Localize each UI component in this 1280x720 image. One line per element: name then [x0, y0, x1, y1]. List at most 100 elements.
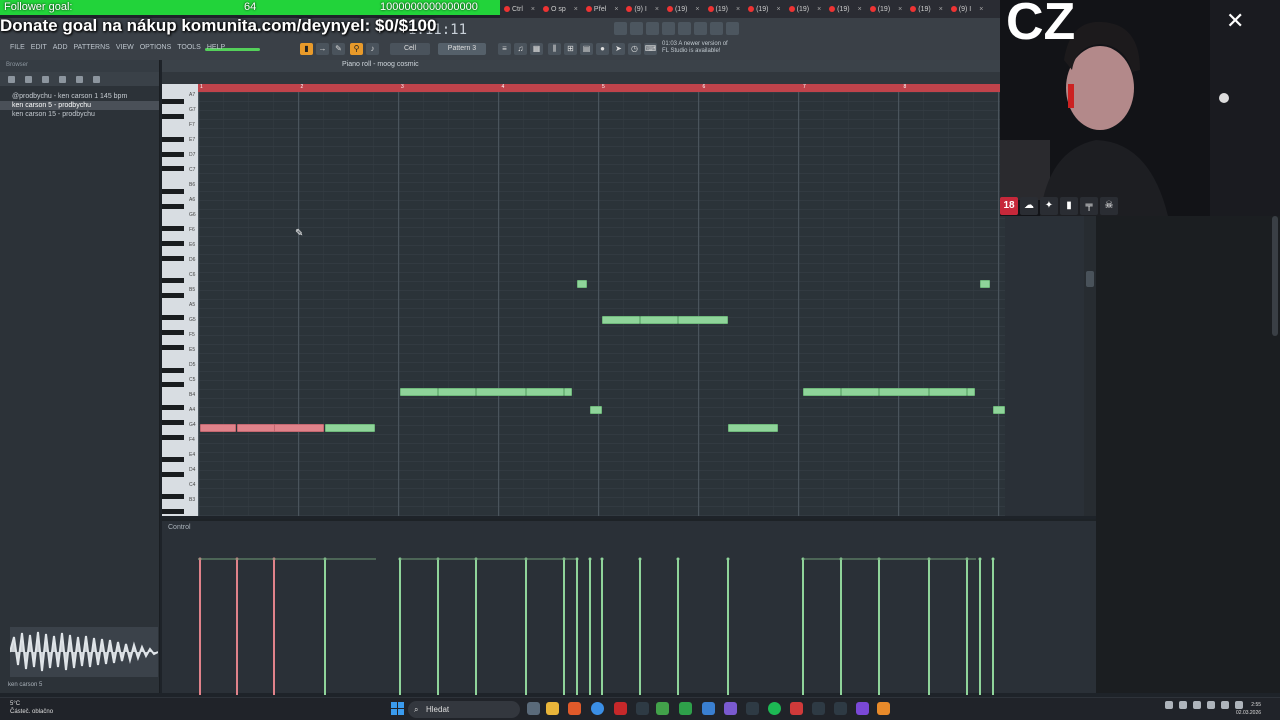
typing-keyboard-icon[interactable]: ⌨: [644, 43, 657, 55]
pattern-selector[interactable]: Pattern 3: [438, 43, 486, 55]
add-icon[interactable]: [8, 75, 15, 83]
mixer-button-icon[interactable]: ⫼: [548, 43, 561, 55]
black-key[interactable]: [162, 315, 184, 321]
black-key[interactable]: [162, 494, 184, 500]
menu-file[interactable]: FILE: [10, 44, 25, 51]
tab-close-icon[interactable]: ×: [531, 6, 535, 13]
app-icon-10[interactable]: [834, 702, 847, 715]
app-icon-11[interactable]: [856, 702, 869, 715]
plugin-picker-icon[interactable]: ⊞: [564, 43, 577, 55]
star-icon[interactable]: [93, 75, 100, 83]
midi-note[interactable]: [200, 424, 236, 432]
browser-item-3[interactable]: ken carson 15 - prodbychu: [0, 110, 159, 119]
draw-tool-icon[interactable]: ✎: [332, 43, 345, 55]
note-grid[interactable]: [198, 92, 1088, 516]
cloud-icon[interactable]: [76, 75, 83, 83]
black-key[interactable]: [162, 188, 184, 194]
taskbar-search[interactable]: ⌕ Hledat: [408, 701, 520, 718]
midi-note[interactable]: [476, 388, 526, 396]
stamp-icon[interactable]: ♪: [366, 43, 379, 55]
app-icon-8[interactable]: [790, 702, 803, 715]
task-view-icon[interactable]: [527, 702, 540, 715]
link-icon[interactable]: ⚲: [350, 43, 363, 55]
cut-icon[interactable]: [630, 22, 643, 35]
tab-close-icon[interactable]: ×: [655, 6, 659, 13]
piano-roll-icon[interactable]: ♫: [514, 43, 527, 55]
gear-icon[interactable]: [59, 75, 66, 83]
menu-help[interactable]: HELP: [207, 44, 225, 51]
midi-note[interactable]: [577, 280, 587, 288]
tab-close-icon[interactable]: ×: [979, 6, 983, 13]
taskbar-clock[interactable]: 2:55 02.03.2026: [1236, 701, 1261, 717]
midi-note[interactable]: [803, 388, 841, 396]
midi-note[interactable]: [929, 388, 967, 396]
browser-tab[interactable]: (19) ×: [663, 6, 704, 13]
file-explorer-icon[interactable]: [546, 702, 559, 715]
help-icon[interactable]: [662, 22, 675, 35]
tab-close-icon[interactable]: ×: [574, 6, 578, 13]
black-key[interactable]: [162, 471, 184, 477]
browser-tab[interactable]: (19) ×: [704, 6, 745, 13]
chat-icon[interactable]: [710, 22, 723, 35]
pattern-mode-button[interactable]: ▮: [300, 43, 313, 55]
share-icon[interactable]: [42, 75, 49, 83]
plugin-icon[interactable]: [694, 22, 707, 35]
browser-tab[interactable]: (9) I ×: [622, 6, 663, 13]
mic-record-icon[interactable]: ●: [596, 43, 609, 55]
mixer-icon[interactable]: [678, 22, 691, 35]
tab-close-icon[interactable]: ×: [695, 6, 699, 13]
black-key[interactable]: [162, 330, 184, 336]
black-key[interactable]: [162, 367, 184, 373]
browser-tab[interactable]: (19) ×: [906, 6, 947, 13]
browser-tab[interactable]: (19) ×: [825, 6, 866, 13]
menu-add[interactable]: ADD: [53, 44, 68, 51]
playlist-icon[interactable]: ≡: [498, 43, 511, 55]
midi-note[interactable]: [325, 424, 375, 432]
app-icon-4[interactable]: [656, 702, 669, 715]
midi-note[interactable]: [678, 316, 728, 324]
velocity-lane[interactable]: [198, 543, 1008, 695]
midi-note[interactable]: [728, 424, 778, 432]
chrome-icon[interactable]: [591, 702, 604, 715]
midi-note[interactable]: [564, 388, 572, 396]
spotify-icon[interactable]: [768, 702, 781, 715]
browser-item-2[interactable]: ken carson 5 - prodbychu: [0, 101, 159, 110]
midi-note[interactable]: [841, 388, 879, 396]
undo-icon[interactable]: [614, 22, 627, 35]
midi-note[interactable]: [274, 424, 324, 432]
fl-studio-taskbar-icon[interactable]: [877, 702, 890, 715]
black-key[interactable]: [162, 151, 184, 157]
browser-button-icon[interactable]: ▤: [580, 43, 593, 55]
black-key[interactable]: [162, 345, 184, 351]
excel-icon[interactable]: [679, 702, 692, 715]
browser-tab[interactable]: (19) ×: [866, 6, 907, 13]
app-icon-6[interactable]: [724, 702, 737, 715]
mic-icon[interactable]: [646, 22, 659, 35]
midi-note[interactable]: [526, 388, 564, 396]
midi-note[interactable]: [602, 316, 640, 324]
update-notification[interactable]: 01:03 A newer version of FL Studio is av…: [662, 41, 728, 55]
browser-tab[interactable]: (19) ×: [785, 6, 826, 13]
black-key[interactable]: [162, 203, 184, 209]
black-key[interactable]: [162, 114, 184, 120]
piano-keyboard[interactable]: A7 G7 F7 E7 D7 C7 B6 A6 G6 F6 E6 D6 C6 B5 A5 G5 F5 E5 D5 C5…: [162, 84, 198, 516]
app-icon-2[interactable]: [614, 702, 627, 715]
midi-note[interactable]: [400, 388, 438, 396]
black-key[interactable]: [162, 136, 184, 142]
menu-patterns[interactable]: PATTERNS: [74, 44, 110, 51]
black-key[interactable]: [162, 226, 184, 232]
arrow-right-icon[interactable]: →: [316, 43, 329, 55]
vertical-scrollbar[interactable]: [1084, 216, 1096, 516]
menu-tools[interactable]: TOOLS: [177, 44, 201, 51]
file-icon[interactable]: [25, 75, 32, 83]
tempo-icon[interactable]: ◷: [628, 43, 641, 55]
midi-note[interactable]: [640, 316, 678, 324]
app-icon-1[interactable]: [568, 702, 581, 715]
tab-close-icon[interactable]: ×: [817, 6, 821, 13]
menu-options[interactable]: OPTIONS: [140, 44, 172, 51]
black-key[interactable]: [162, 166, 184, 172]
app-icon-7[interactable]: [746, 702, 759, 715]
tray-app-icon[interactable]: [1179, 701, 1187, 709]
black-key[interactable]: [162, 456, 184, 462]
cursor-icon[interactable]: ➤: [612, 43, 625, 55]
